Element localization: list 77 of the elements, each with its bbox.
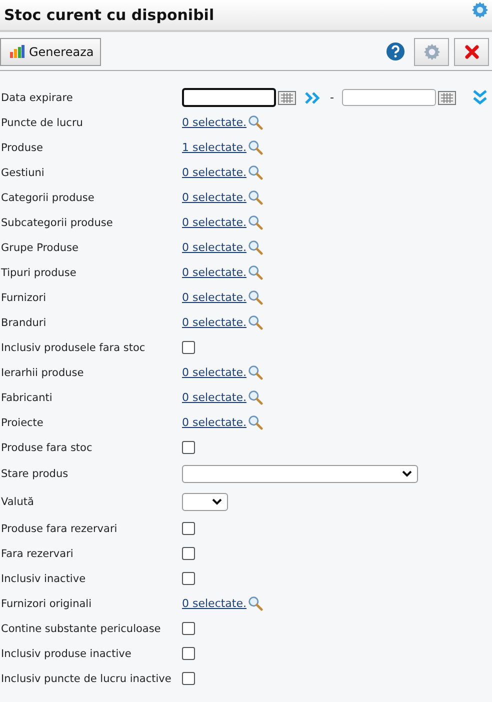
checkbox[interactable] — [182, 547, 195, 560]
search-icon[interactable] — [248, 596, 262, 611]
generate-button[interactable]: Genereaza — [0, 38, 101, 66]
bar-chart-icon — [9, 44, 25, 58]
range-separator: - — [330, 91, 334, 104]
close-icon — [464, 44, 480, 60]
search-icon[interactable] — [248, 390, 262, 405]
gear-icon — [422, 42, 440, 60]
selection-link[interactable]: 0 selectate. — [182, 416, 246, 429]
field-label: Grupe Produse — [1, 242, 80, 254]
search-icon[interactable] — [248, 140, 262, 155]
checkbox[interactable] — [182, 622, 195, 635]
search-icon[interactable] — [248, 265, 262, 280]
settings-icon[interactable] — [471, 1, 489, 19]
field-label: Inclusiv puncte de lucru inactive — [1, 672, 172, 684]
selection-link[interactable]: 0 selectate. — [182, 216, 246, 229]
chevron-down-icon — [402, 470, 412, 478]
field-label: Contine substante periculoase — [1, 622, 162, 634]
field-label: Inclusiv produse inactive — [1, 648, 132, 660]
double-chevron-right-icon[interactable] — [304, 90, 322, 104]
field-label: Stare produs — [1, 468, 70, 480]
selection-link[interactable]: 0 selectate. — [182, 597, 246, 610]
field-label: Gestiuni — [1, 166, 46, 178]
settings-button[interactable] — [414, 38, 449, 66]
search-icon[interactable] — [248, 115, 262, 130]
help-icon[interactable] — [386, 42, 405, 61]
selection-link[interactable]: 0 selectate. — [182, 241, 246, 254]
field-label: Fabricanti — [1, 392, 54, 404]
field-label: Puncte de lucru — [1, 116, 84, 128]
selection-link[interactable]: 0 selectate. — [182, 366, 246, 379]
window-title: Stoc curent cu disponibil — [4, 6, 216, 24]
selection-link[interactable]: 0 selectate. — [182, 266, 246, 279]
field-label: Subcategorii produse — [1, 216, 114, 228]
field-label: Furnizori originali — [1, 598, 92, 610]
search-icon[interactable] — [248, 190, 262, 205]
search-icon[interactable] — [248, 215, 262, 230]
chevron-down-icon — [212, 498, 222, 506]
field-label: Tipuri produse — [1, 266, 78, 278]
search-icon[interactable] — [248, 415, 262, 430]
date-field[interactable] — [342, 89, 436, 106]
field-label: Produse fara rezervari — [1, 522, 118, 534]
field-label: Valută — [1, 496, 35, 508]
selection-link[interactable]: 0 selectate. — [182, 391, 246, 404]
dropdown[interactable] — [182, 493, 228, 511]
field-label: Produse fara stoc — [1, 442, 94, 454]
search-icon[interactable] — [248, 315, 262, 330]
double-chevron-down-icon[interactable] — [472, 88, 488, 106]
selection-link[interactable]: 1 selectate. — [182, 141, 246, 154]
field-label: Proiecte — [1, 416, 44, 428]
search-icon[interactable] — [248, 165, 262, 180]
close-button[interactable] — [454, 38, 489, 66]
search-icon[interactable] — [248, 240, 262, 255]
checkbox[interactable] — [182, 672, 195, 685]
field-label: Categorii produse — [1, 192, 96, 204]
field-label: Inclusiv produsele fara stoc — [1, 342, 146, 354]
checkbox[interactable] — [182, 441, 195, 454]
field-label: Data expirare — [1, 92, 74, 104]
checkbox[interactable] — [182, 341, 195, 354]
selection-link[interactable]: 0 selectate. — [182, 166, 246, 179]
field-label: Branduri — [1, 316, 48, 328]
calendar-icon[interactable] — [278, 90, 296, 104]
checkbox[interactable] — [182, 647, 195, 660]
search-icon[interactable] — [248, 365, 262, 380]
selection-link[interactable]: 0 selectate. — [182, 116, 246, 129]
field-label: Furnizori — [1, 292, 47, 304]
checkbox[interactable] — [182, 572, 195, 585]
checkbox[interactable] — [182, 522, 195, 535]
selection-link[interactable]: 0 selectate. — [182, 291, 246, 304]
selection-link[interactable]: 0 selectate. — [182, 316, 246, 329]
field-label: Produse — [1, 142, 44, 154]
date-field[interactable] — [182, 88, 276, 107]
field-label: Inclusiv inactive — [1, 572, 87, 584]
field-label: Ierarhii produse — [1, 366, 85, 378]
selection-link[interactable]: 0 selectate. — [182, 191, 246, 204]
field-label: Fara rezervari — [1, 548, 74, 560]
calendar-icon[interactable] — [438, 90, 456, 104]
search-icon[interactable] — [248, 290, 262, 305]
